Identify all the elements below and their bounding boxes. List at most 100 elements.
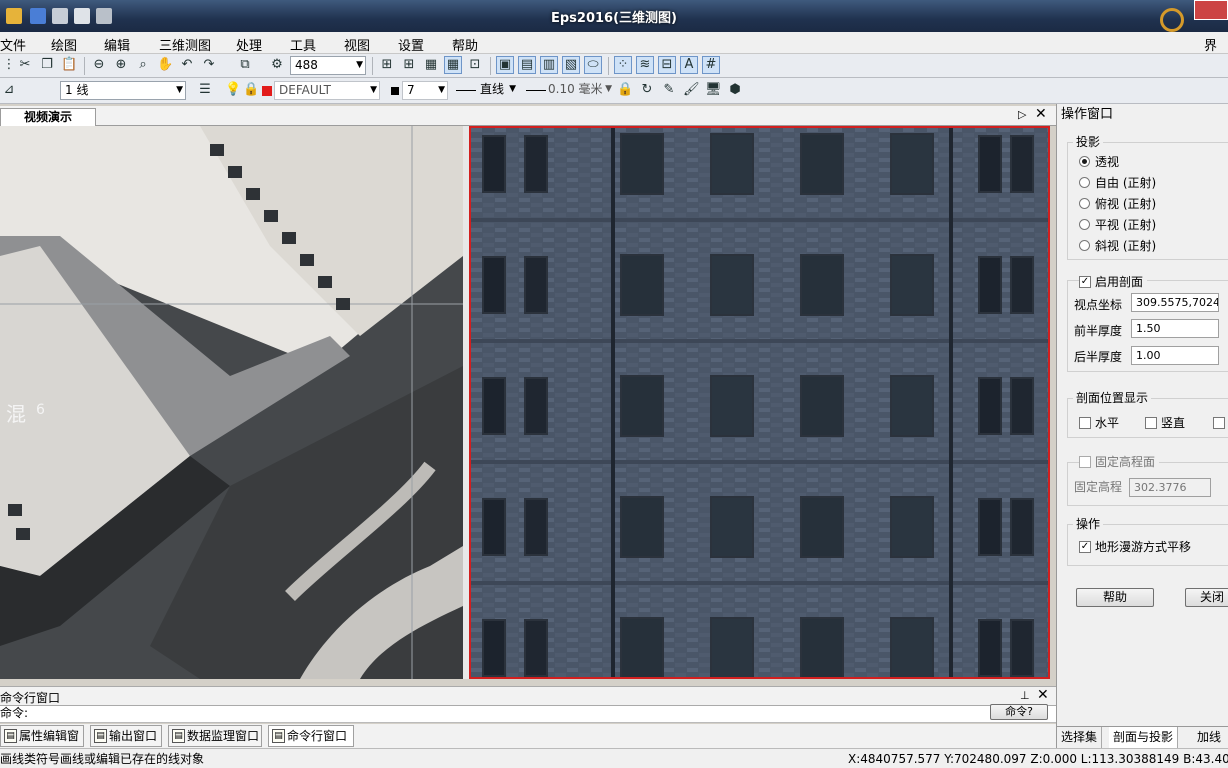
point-snap-icon[interactable]: ⁘ <box>614 56 632 74</box>
monitor-icon[interactable]: 🖥 <box>704 81 722 99</box>
viewpoint-field[interactable]: 309.5575,70249 <box>1131 293 1219 312</box>
checkbox-indicator: ✓ <box>1079 276 1091 288</box>
menu-process[interactable]: 处理 <box>236 35 262 54</box>
layer-combo[interactable]: DEFAULT ▼ <box>274 81 380 100</box>
checkbox-indicator <box>1079 417 1091 429</box>
tab-selection-set[interactable]: 选择集 <box>1057 727 1103 748</box>
line-type-value: 1 线 <box>65 83 89 97</box>
image-link-icon[interactable]: ⬭ <box>584 56 602 74</box>
menu-draw[interactable]: 绘图 <box>51 35 77 54</box>
chevron-down-icon: ▼ <box>370 85 377 95</box>
radio-top-ortho[interactable]: 俯视 (正射) <box>1079 196 1156 212</box>
tab-label: 命令行窗口 <box>287 729 348 743</box>
aerial-scene <box>0 126 463 679</box>
contour-icon[interactable]: ≋ <box>636 56 654 74</box>
layers-stack-icon[interactable]: ☰ <box>196 81 214 99</box>
grid-toggle-icon[interactable]: ▦ <box>444 56 462 74</box>
pin-icon[interactable]: ⊥ <box>1020 689 1030 702</box>
image-edit-icon[interactable]: ▤ <box>518 56 536 74</box>
radio-oblique-ortho[interactable]: 斜视 (正射) <box>1079 238 1156 254</box>
operation-window: 操作窗口 投影 透视 自由 (正射) 俯视 (正射) 平视 (正射) 斜视 (正… <box>1056 104 1228 748</box>
vertical-checkbox[interactable]: 竖直 <box>1145 415 1185 431</box>
block-icon[interactable]: ⊟ <box>658 56 676 74</box>
terrain-roam-checkbox[interactable]: ✓ 地形漫游方式平移 <box>1079 539 1191 555</box>
refresh-icon[interactable]: ↻ <box>638 81 656 99</box>
enable-section-checkbox[interactable]: ✓ 启用剖面 <box>1079 274 1148 290</box>
tab-command-line[interactable]: ▤ 命令行窗口 <box>268 725 354 747</box>
tab-attribute-editor[interactable]: ▤属性编辑窗口 <box>0 725 84 763</box>
scale-combo[interactable]: 488 ▼ <box>290 56 366 75</box>
tab-data-monitor[interactable]: ▤ 数据监理窗口 <box>168 725 262 747</box>
radio-perspective[interactable]: 透视 <box>1079 154 1119 170</box>
command-help-button[interactable]: 命令? <box>990 704 1048 720</box>
radio-indicator <box>1079 177 1090 188</box>
horizontal-checkbox[interactable]: 水平 <box>1079 415 1119 431</box>
command-input-area[interactable]: 命令: 命令? <box>0 704 1056 723</box>
facade-section-view[interactable] <box>469 126 1050 679</box>
zoom-out-icon[interactable]: ⊖ <box>90 56 108 74</box>
undo-view-icon[interactable]: ↶ <box>178 56 196 74</box>
tab-add-line[interactable]: 加线 <box>1193 727 1225 748</box>
line-type-combo[interactable]: 1 线 ▼ <box>60 81 186 100</box>
back-thickness-field[interactable]: 1.00 <box>1131 346 1219 365</box>
tab-output[interactable]: ▤ 输出窗口 <box>90 725 162 747</box>
fixed-elevation-checkbox[interactable]: 固定高程面 <box>1079 454 1160 470</box>
copy-icon[interactable]: ❐ <box>38 56 56 74</box>
ortho-icon[interactable]: ⊡ <box>466 56 484 74</box>
redo-icon[interactable]: ↷ <box>200 56 218 74</box>
tab-label: 输出窗口 <box>109 729 158 743</box>
layer-icon[interactable]: ⧉ <box>236 56 254 74</box>
text-ab-icon[interactable]: A <box>680 56 698 74</box>
brush-icon[interactable]: 🖌 <box>682 81 700 99</box>
tab-section-projection[interactable]: 剖面与投影 <box>1109 727 1179 748</box>
menu-edit[interactable]: 编辑 <box>104 35 130 54</box>
zoom-in-icon[interactable]: ⊕ <box>112 56 130 74</box>
close-panel-icon[interactable]: ✕ <box>1037 687 1049 703</box>
menu-3d-survey[interactable]: 三维测图 <box>159 35 211 54</box>
radio-label: 平视 (正射) <box>1095 218 1157 232</box>
toolbar-separator <box>372 57 373 75</box>
close-window-icon[interactable] <box>1194 0 1228 20</box>
aerial-3d-view[interactable]: 混 6 <box>0 126 463 679</box>
cut-icon[interactable]: ✂ <box>16 56 34 74</box>
zoom-window-icon[interactable]: ⌕ <box>134 56 152 74</box>
menu-help[interactable]: 帮助 <box>452 35 478 54</box>
line-width-combo[interactable]: 0.10 毫米 ▼ <box>544 81 614 100</box>
fixed-elevation-field[interactable]: 302.3776 <box>1129 478 1211 497</box>
help-button[interactable]: 帮助 <box>1076 588 1154 607</box>
line-style-combo[interactable]: 直线 ▼ <box>476 81 518 100</box>
image-adjust-icon[interactable]: ▥ <box>540 56 558 74</box>
next-tab-icon[interactable]: ▷ <box>1018 108 1026 121</box>
menu-view[interactable]: 视图 <box>344 35 370 54</box>
app-orb-icon[interactable] <box>1160 8 1184 32</box>
close-view-icon[interactable]: ✕ <box>1035 106 1047 122</box>
line-type-icon[interactable]: ⊿ <box>0 81 18 99</box>
tab-video-demo[interactable]: 视频演示 <box>0 108 96 127</box>
radio-indicator <box>1079 219 1090 230</box>
lock-icon[interactable]: 🔒 <box>242 81 260 99</box>
scale-icon[interactable]: ⚙ <box>268 56 286 74</box>
lock-layer-icon[interactable]: 🔒 <box>616 81 634 99</box>
image-tool-icon[interactable]: ▣ <box>496 56 514 74</box>
pan-hand-icon[interactable]: ✋ <box>156 56 174 74</box>
table-icon[interactable]: ▦ <box>422 56 440 74</box>
properties-icon[interactable]: ✎ <box>660 81 678 99</box>
paste-icon[interactable]: 📋 <box>60 56 78 74</box>
color-combo[interactable]: 7 ▼ <box>402 81 448 100</box>
close-button[interactable]: 关闭 <box>1185 588 1228 607</box>
checkbox-label: 水平 <box>1095 416 1120 430</box>
command-tabs: ▤属性编辑窗口 ▤输出窗口 ▤数据监理窗口 ▤命令行窗口 <box>0 724 1056 763</box>
number-123-icon[interactable]: # <box>702 56 720 74</box>
cube-icon[interactable]: ⬢ <box>726 81 744 99</box>
image-select-icon[interactable]: ▧ <box>562 56 580 74</box>
menu-settings[interactable]: 设置 <box>398 35 424 54</box>
grid-snap-icon[interactable]: ⊞ <box>400 56 418 74</box>
menu-tools[interactable]: 工具 <box>290 35 316 54</box>
bulb-icon[interactable]: 💡 <box>224 81 242 99</box>
radio-free-ortho[interactable]: 自由 (正射) <box>1079 175 1156 191</box>
menu-file[interactable]: 文件 <box>0 35 26 54</box>
radio-level-ortho[interactable]: 平视 (正射) <box>1079 217 1156 233</box>
grid-icon[interactable]: ⊞ <box>378 56 396 74</box>
front-thickness-field[interactable]: 1.50 <box>1131 319 1219 338</box>
color-swatch <box>391 87 399 95</box>
